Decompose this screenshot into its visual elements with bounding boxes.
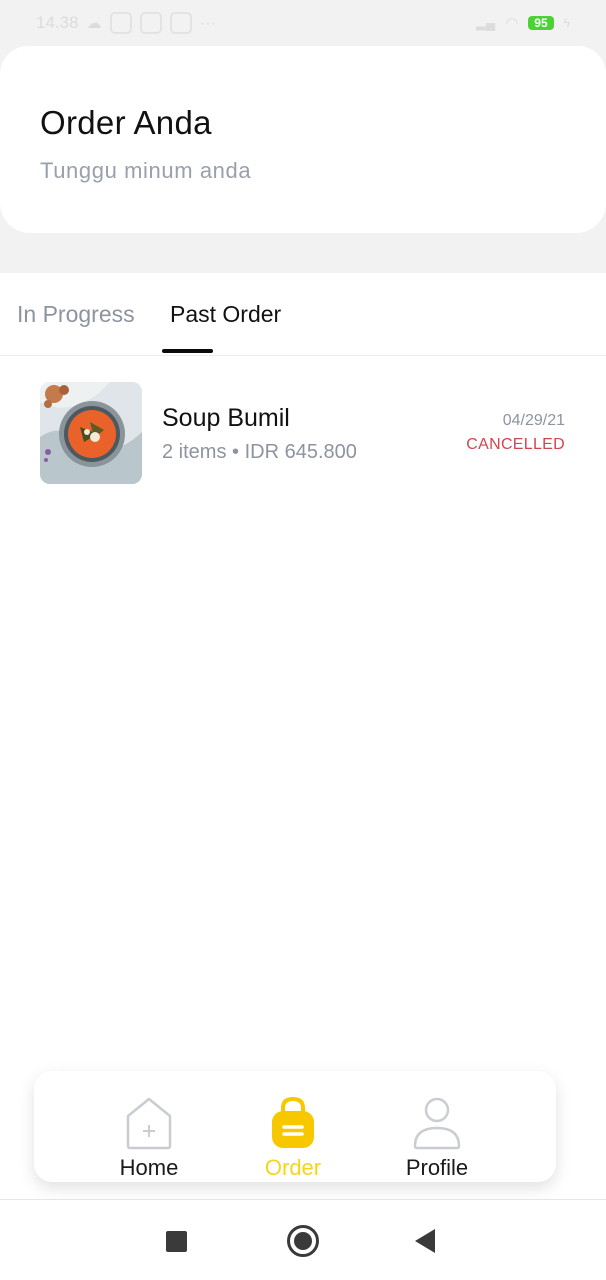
system-navigation-bar <box>0 1199 606 1280</box>
order-screen: 14.38 ☁ ··· ▂▄ ◠ 95 ϟ Order Anda Tunggu … <box>0 0 606 1280</box>
nav-order-label: Order <box>264 1155 322 1180</box>
nav-home[interactable]: Home <box>94 1071 204 1182</box>
notification-icon <box>109 12 132 34</box>
nav-profile-label: Profile <box>405 1155 469 1180</box>
nav-profile[interactable]: Profile <box>382 1071 492 1182</box>
bottom-navigation: Home Order Profile <box>34 1071 556 1182</box>
order-tabs: In Progress Past Order <box>0 273 606 356</box>
recent-apps-icon[interactable] <box>166 1231 187 1252</box>
main-content: In Progress Past Order Soup Bumil 2 item… <box>0 273 606 1200</box>
page-title: Order Anda <box>40 104 212 141</box>
status-time: 14.38 <box>36 13 79 32</box>
tab-in-progress[interactable]: In Progress <box>17 301 135 328</box>
wifi-icon: ◠ <box>505 15 519 32</box>
system-home-icon[interactable] <box>287 1225 319 1257</box>
battery-icon: 95 <box>528 16 554 30</box>
more-notifications-icon: ··· <box>199 13 217 32</box>
notification-icon <box>139 12 162 34</box>
status-left: 14.38 ☁ ··· <box>36 12 217 34</box>
back-icon[interactable] <box>415 1229 435 1253</box>
notification-icon <box>169 12 192 34</box>
order-status-badge: CANCELLED <box>466 436 565 453</box>
order-meta: 2 items • IDR 645.800 <box>162 441 357 463</box>
signal-icon: ▂▄ <box>475 15 496 30</box>
header-card: Order Anda Tunggu minum anda <box>0 46 606 233</box>
status-right: ▂▄ ◠ 95 ϟ <box>476 14 570 32</box>
order-date: 04/29/21 <box>502 412 565 429</box>
tab-past-order[interactable]: Past Order <box>170 301 281 328</box>
cloud-icon: ☁ <box>86 15 102 32</box>
nav-order[interactable]: Order <box>238 1071 348 1182</box>
shopping-bag-icon <box>272 1096 314 1148</box>
order-name: Soup Bumil <box>162 404 290 432</box>
active-tab-indicator <box>162 349 213 353</box>
home-icon <box>126 1097 172 1150</box>
page-subtitle: Tunggu minum anda <box>40 158 252 183</box>
user-icon <box>413 1097 461 1150</box>
charging-icon: ϟ <box>563 16 570 30</box>
order-list-item[interactable]: Soup Bumil 2 items • IDR 645.800 04/29/2… <box>40 382 570 486</box>
nav-home-label: Home <box>119 1155 179 1180</box>
soup-bowl-image <box>40 382 142 484</box>
status-bar: 14.38 ☁ ··· ▂▄ ◠ 95 ϟ <box>0 0 606 46</box>
